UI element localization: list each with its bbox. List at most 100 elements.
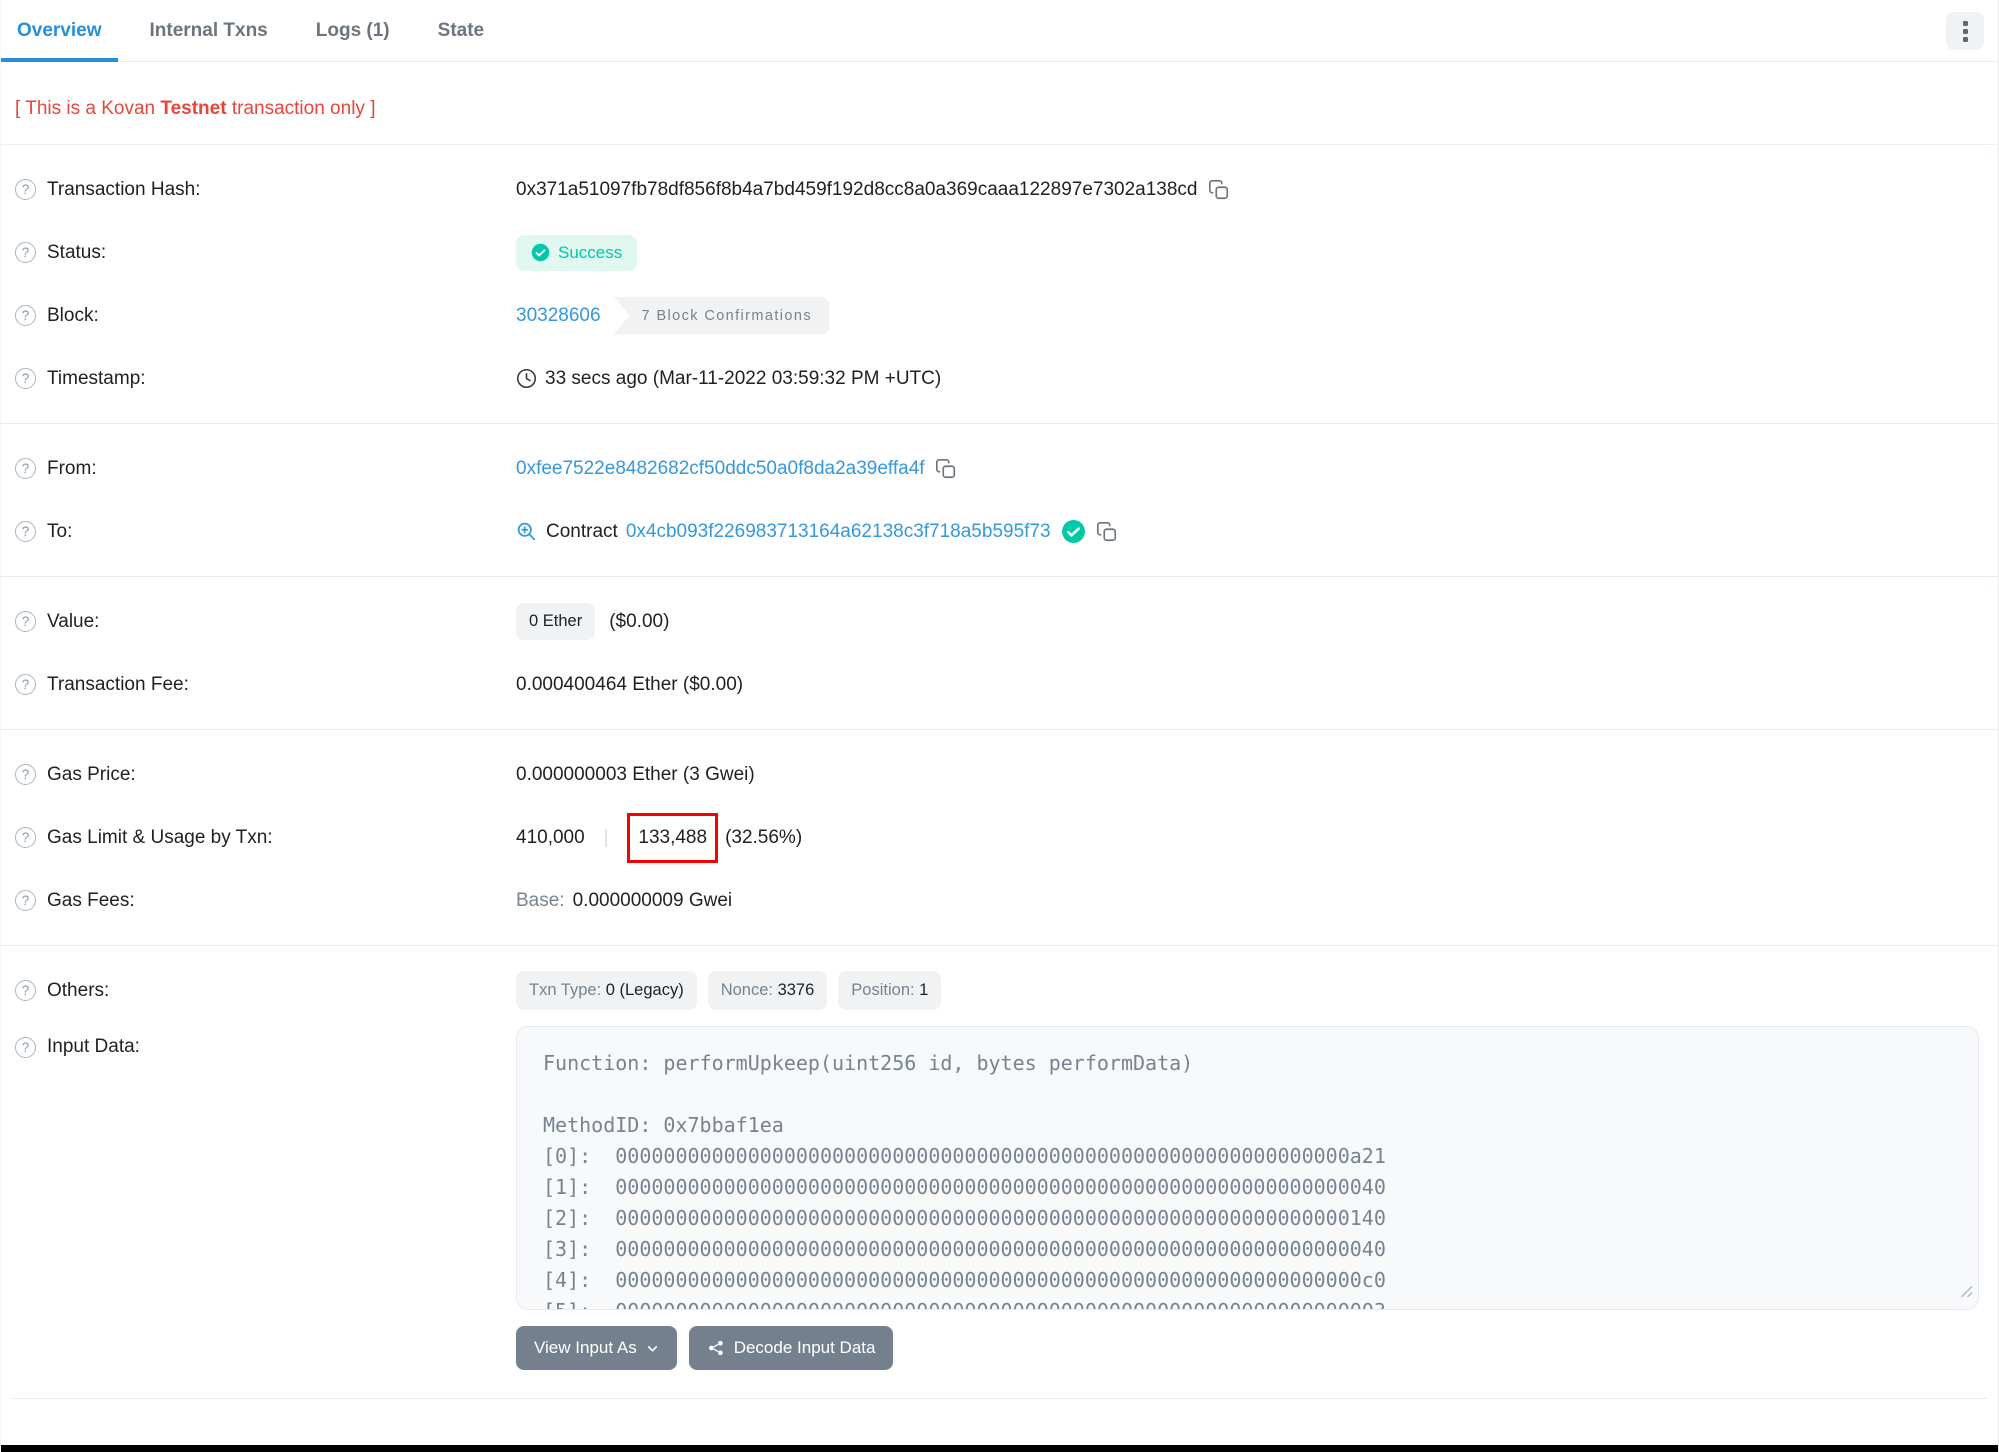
testnet-notice: [ This is a Kovan Testnet transaction on… <box>1 62 1998 145</box>
status-label: Status: <box>47 241 107 263</box>
from-label: From: <box>47 457 97 479</box>
section-value-fee: ? Value: 0 Ether ($0.00) ? Transaction F… <box>1 577 1998 730</box>
to-contract-word: Contract <box>546 520 618 542</box>
question-circle-icon: ? <box>15 611 36 632</box>
clock-icon <box>516 368 537 389</box>
row-gas-price: ? Gas Price: 0.000000003 Ether (3 Gwei) <box>1 743 1998 806</box>
block-confirmations-badge: 7 Block Confirmations <box>613 296 829 335</box>
question-circle-icon: ? <box>15 368 36 389</box>
vertical-ellipsis-icon <box>1962 20 1968 26</box>
section-gas: ? Gas Price: 0.000000003 Ether (3 Gwei) … <box>1 730 1998 946</box>
gas-fees-base-label: Base: <box>516 889 565 911</box>
vertical-ellipsis-icon <box>1962 36 1968 42</box>
row-transaction-hash: ? Transaction Hash: 0x371a51097fb78df856… <box>1 158 1998 221</box>
timestamp-value: 33 secs ago (Mar-11-2022 03:59:32 PM +UT… <box>545 367 942 389</box>
question-circle-icon: ? <box>15 458 36 479</box>
gas-limit-value: 410,000 <box>516 826 585 848</box>
position-badge: Position: 1 <box>838 971 942 1010</box>
row-gas-limit-usage: ? Gas Limit & Usage by Txn: 410,000 | 13… <box>1 806 1998 869</box>
tab-state[interactable]: State <box>422 0 500 61</box>
others-label: Others: <box>47 979 110 1001</box>
value-label: Value: <box>47 610 100 632</box>
annotation-highlight-box: 133,488 <box>627 812 719 863</box>
txn-type-key: Txn Type: <box>529 981 606 999</box>
gas-price-value: 0.000000003 Ether (3 Gwei) <box>516 763 755 785</box>
position-value: 1 <box>919 981 929 999</box>
transaction-hash-value: 0x371a51097fb78df856f8b4a7bd459f192d8cc8… <box>516 178 1198 200</box>
row-to: ? To: Contract 0x4cb093f226983713164a621… <box>1 500 1998 563</box>
value-usd: ($0.00) <box>609 610 670 632</box>
row-from: ? From: 0xfee7522e8482682cf50ddc50a0f8da… <box>1 437 1998 500</box>
nonce-value: 3376 <box>777 981 815 999</box>
row-block: ? Block: 30328606 7 Block Confirmations <box>1 284 1998 347</box>
check-circle-icon <box>531 243 550 262</box>
input-data-actions: View Input As Decode Input Data <box>516 1326 1998 1370</box>
gas-used-value: 133,488 <box>638 826 708 848</box>
status-badge: Success <box>516 234 638 271</box>
decode-input-data-label: Decode Input Data <box>733 1338 876 1357</box>
resize-handle[interactable] <box>1960 1282 1973 1304</box>
question-circle-icon: ? <box>15 980 36 1001</box>
row-others: ? Others: Txn Type: 0 (Legacy) Nonce: 33… <box>1 959 1998 1022</box>
gas-used-percent: (32.56%) <box>725 826 803 848</box>
row-input-data: ? Input Data: Function: performUpkeep(ui… <box>1 1022 1998 1310</box>
row-value: ? Value: 0 Ether ($0.00) <box>1 590 1998 653</box>
question-circle-icon: ? <box>15 521 36 542</box>
block-label: Block: <box>47 304 99 326</box>
vertical-ellipsis-icon <box>1962 28 1968 34</box>
bottom-divider <box>11 1398 1988 1399</box>
row-timestamp: ? Timestamp: 33 secs ago (Mar-11-2022 03… <box>1 347 1998 410</box>
question-circle-icon: ? <box>15 179 36 200</box>
status-text: Success <box>558 242 623 262</box>
question-circle-icon: ? <box>15 305 36 326</box>
separator: | <box>603 827 609 847</box>
position-key: Position: <box>851 981 920 999</box>
screenshot-bottom-edge <box>1 1445 1998 1452</box>
decode-input-data-button[interactable]: Decode Input Data <box>688 1326 894 1370</box>
notice-text: [ This is a Kovan <box>15 98 161 119</box>
block-number-link[interactable]: 30328606 <box>516 305 601 327</box>
nonce-key: Nonce: <box>720 981 778 999</box>
copy-icon[interactable] <box>1096 521 1118 543</box>
question-circle-icon: ? <box>15 890 36 911</box>
input-data-content: Function: performUpkeep(uint256 id, byte… <box>543 1051 1386 1309</box>
tab-logs[interactable]: Logs (1) <box>300 0 406 61</box>
verified-check-icon <box>1061 519 1086 544</box>
gas-limit-label: Gas Limit & Usage by Txn: <box>47 826 273 848</box>
question-circle-icon: ? <box>15 242 36 263</box>
section-others-input: ? Others: Txn Type: 0 (Legacy) Nonce: 33… <box>1 946 1998 1384</box>
notice-bold-text: Testnet <box>160 98 227 119</box>
zoom-in-icon[interactable] <box>516 521 537 542</box>
to-contract-address-link[interactable]: 0x4cb093f226983713164a62138c3f718a5b595f… <box>626 521 1051 543</box>
row-gas-fees: ? Gas Fees: Base: 0.000000009 Gwei <box>1 869 1998 932</box>
question-circle-icon: ? <box>15 764 36 785</box>
txn-type-badge: Txn Type: 0 (Legacy) <box>516 971 697 1010</box>
input-data-label: Input Data: <box>47 1036 140 1057</box>
view-input-as-button[interactable]: View Input As <box>516 1326 677 1370</box>
notice-text: transaction only ] <box>226 98 376 119</box>
transaction-fee-label: Transaction Fee: <box>47 673 189 695</box>
transaction-hash-label: Transaction Hash: <box>47 178 201 200</box>
from-address-link[interactable]: 0xfee7522e8482682cf50ddc50a0f8da2a39effa… <box>516 458 925 480</box>
gas-fees-base-value: 0.000000009 Gwei <box>572 889 733 911</box>
section-addresses: ? From: 0xfee7522e8482682cf50ddc50a0f8da… <box>1 424 1998 577</box>
row-transaction-fee: ? Transaction Fee: 0.000400464 Ether ($0… <box>1 653 1998 716</box>
txn-type-value: 0 (Legacy) <box>605 981 684 999</box>
view-input-as-label: View Input As <box>534 1338 637 1357</box>
input-data-textarea[interactable]: Function: performUpkeep(uint256 id, byte… <box>516 1026 1979 1310</box>
tab-internal-txns[interactable]: Internal Txns <box>134 0 284 61</box>
more-options-button[interactable] <box>1946 12 1984 50</box>
to-label: To: <box>47 520 73 542</box>
tab-overview[interactable]: Overview <box>1 0 118 62</box>
decode-icon <box>708 1340 723 1356</box>
value-amount-badge: 0 Ether <box>516 603 596 640</box>
question-circle-icon: ? <box>15 827 36 848</box>
timestamp-label: Timestamp: <box>47 367 146 389</box>
gas-price-label: Gas Price: <box>47 763 136 785</box>
question-circle-icon: ? <box>15 674 36 695</box>
copy-icon[interactable] <box>1208 179 1230 201</box>
row-status: ? Status: Success <box>1 221 1998 284</box>
question-circle-icon: ? <box>15 1036 36 1058</box>
copy-icon[interactable] <box>935 458 957 480</box>
transaction-fee-value: 0.000400464 Ether ($0.00) <box>516 673 744 695</box>
